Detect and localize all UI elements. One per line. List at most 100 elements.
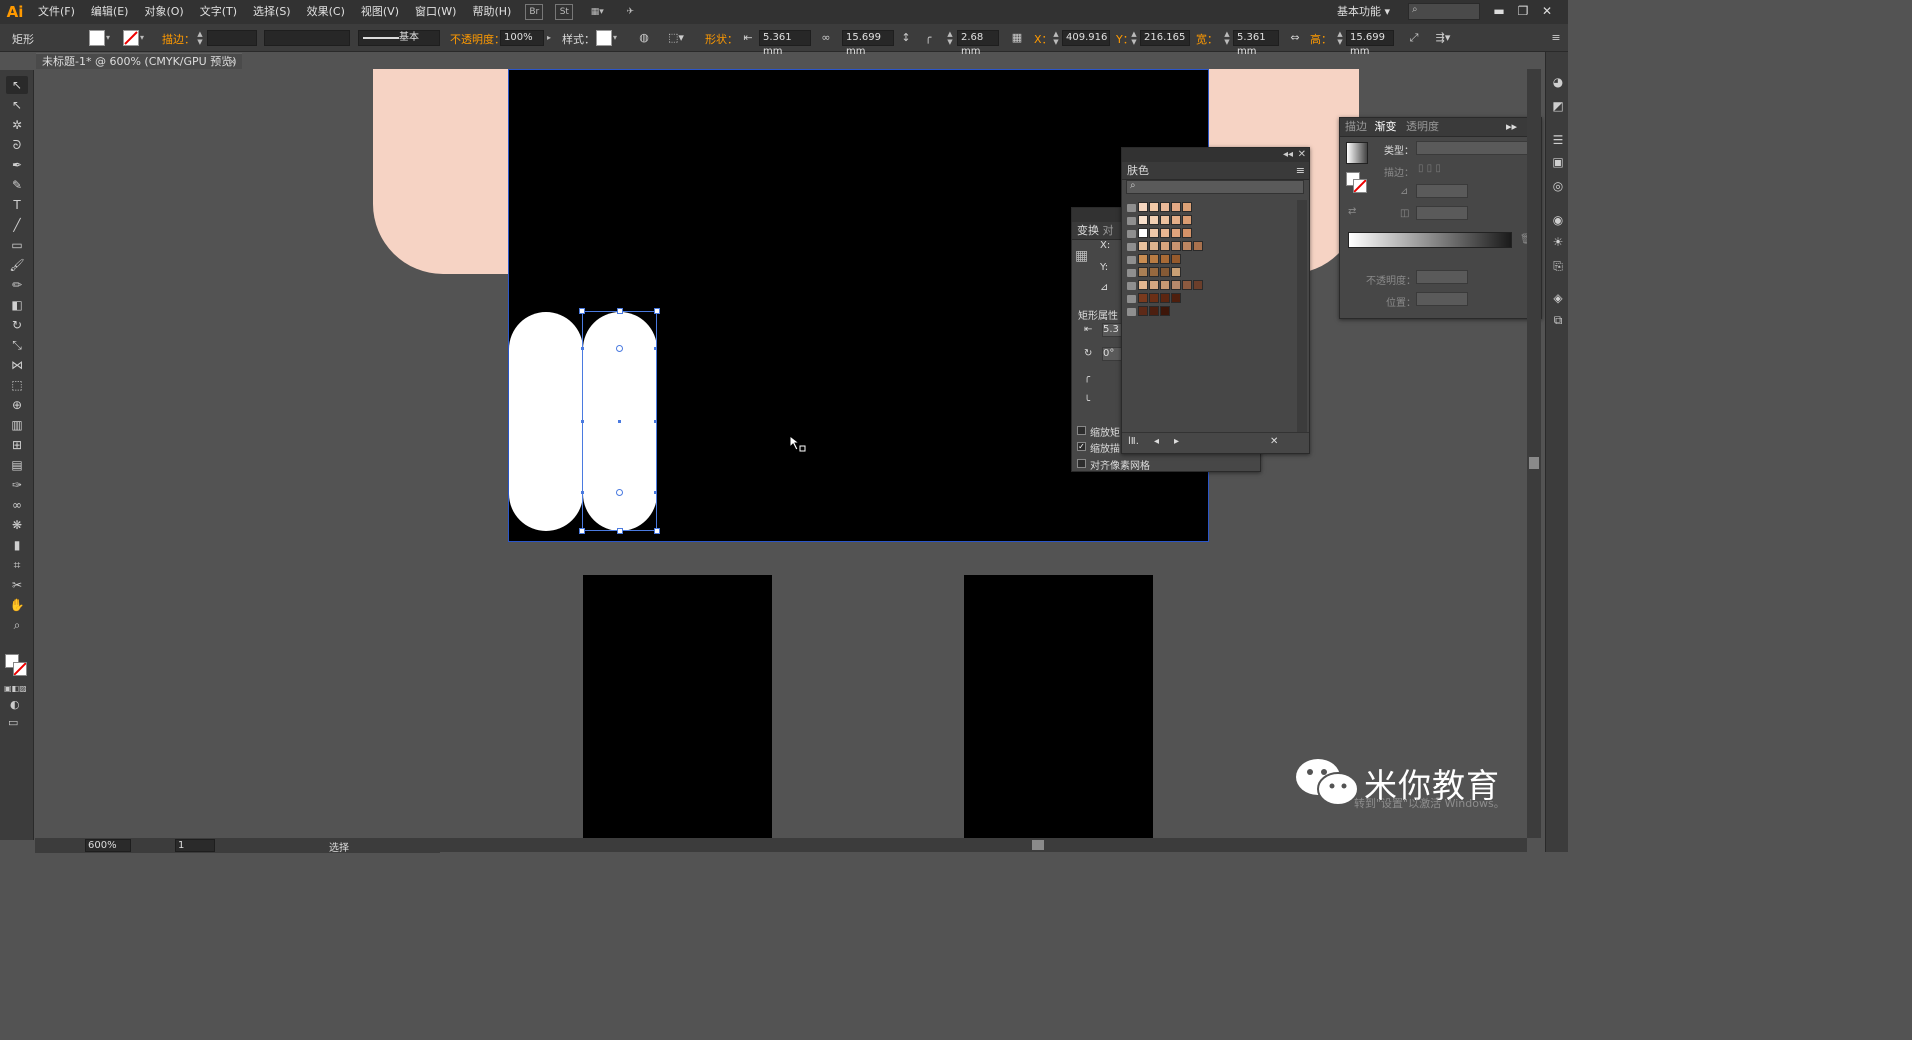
color-swatch[interactable] (1193, 241, 1203, 251)
width-tool[interactable]: ⋈ (6, 356, 28, 374)
color-swatch[interactable] (1149, 241, 1159, 251)
artboard-number-input[interactable]: 1 (175, 839, 215, 852)
color-swatch[interactable] (1149, 267, 1159, 277)
horizontal-scroll-thumb[interactable] (1032, 840, 1044, 850)
color-swatch[interactable] (1171, 228, 1181, 238)
color-swatch[interactable] (1138, 280, 1148, 290)
opacity-label[interactable]: 不透明度： (450, 31, 505, 47)
zoom-input[interactable]: 600% (85, 839, 131, 852)
selection-tool[interactable]: ↖ (6, 76, 28, 94)
gradient-slider[interactable] (1348, 232, 1512, 248)
live-corner-widget[interactable] (616, 489, 623, 496)
eraser-tool[interactable]: ◧ (6, 296, 28, 314)
color-mode-icons[interactable]: ▣◧▨ (4, 684, 28, 693)
transform-each-icon[interactable]: ⤢ (1406, 30, 1422, 46)
opacity-arrow-icon[interactable]: ▸ (547, 30, 557, 46)
gradient-opacity-input[interactable] (1416, 270, 1468, 284)
stroke-weight-stepper[interactable]: ▲ ▼ (196, 30, 204, 46)
minimize-button[interactable]: ▬ (1488, 2, 1510, 20)
shape-builder-tool[interactable]: ⊕ (6, 396, 28, 414)
delete-icon[interactable]: ✕ (1270, 436, 1278, 447)
symbol-sprayer-tool[interactable]: ❋ (6, 516, 28, 534)
color-swatch[interactable] (1160, 267, 1170, 277)
corner-radius-input[interactable]: 2.68 mm (957, 30, 999, 57)
type-tool[interactable]: T (6, 196, 28, 214)
resize-handle[interactable] (579, 308, 585, 314)
h-input[interactable]: 15.699 mm (1346, 30, 1394, 57)
y-input[interactable]: 216.165 (1140, 30, 1190, 46)
gradient-aspect-input[interactable] (1416, 206, 1468, 220)
color-swatch[interactable] (1171, 267, 1181, 277)
color-swatch[interactable] (1171, 254, 1181, 264)
color-swatch[interactable] (1149, 228, 1159, 238)
align-to-icon[interactable]: ⬚▾ (668, 30, 684, 46)
vertical-scrollbar[interactable] (1527, 69, 1541, 838)
restore-button[interactable]: ❐ (1512, 2, 1534, 20)
stroke-color-box[interactable] (13, 662, 27, 676)
bridge-icon[interactable]: Br (525, 4, 544, 20)
link-proportions-icon[interactable]: ∞ (818, 30, 834, 46)
horizontal-scrollbar[interactable] (440, 838, 1527, 852)
corner-type-icon[interactable]: ╰ (1084, 396, 1090, 407)
swatch-group-folder-icon[interactable] (1127, 282, 1136, 290)
gradient-thumbnail[interactable] (1346, 142, 1368, 164)
color-swatch[interactable] (1138, 241, 1148, 251)
artboards-icon[interactable]: ⧉ (1550, 312, 1566, 328)
line-tool[interactable]: ╱ (6, 216, 28, 234)
w-label[interactable]: 宽： (1196, 31, 1218, 47)
color-swatch[interactable] (1138, 215, 1148, 225)
curvature-tool[interactable]: ✎ (6, 176, 28, 194)
collapse-icon[interactable]: ◂◂ (1283, 148, 1293, 162)
menu-item[interactable]: 文字(T) (192, 0, 245, 24)
color-swatch[interactable] (1182, 228, 1192, 238)
expand-icon[interactable]: ▸▸ (1506, 118, 1517, 136)
perspective-grid-tool[interactable]: ▥ (6, 416, 28, 434)
blend-tool[interactable]: ∞ (6, 496, 28, 514)
mesh-tool[interactable]: ⊞ (6, 436, 28, 454)
tab-transparency[interactable]: 透明度 (1406, 120, 1439, 133)
color-swatch[interactable] (1171, 280, 1181, 290)
next-library-icon[interactable]: ▸ (1174, 436, 1179, 447)
stroke-weight-input[interactable] (207, 30, 257, 46)
color-swatch[interactable] (1182, 202, 1192, 212)
color-swatch[interactable] (1160, 228, 1170, 238)
color-swatch[interactable] (1149, 202, 1159, 212)
color-swatch[interactable] (1149, 280, 1159, 290)
stroke-color-box[interactable] (1353, 179, 1367, 193)
color-swatch[interactable] (1160, 293, 1170, 303)
left-ear-shape[interactable] (373, 69, 509, 274)
stock-icon[interactable]: St (555, 4, 574, 20)
appearance-icon[interactable]: ◉ (1550, 212, 1566, 228)
gradient-angle-input[interactable] (1416, 184, 1468, 198)
swatch-group-folder-icon[interactable] (1127, 243, 1136, 251)
align-pixel-grid-checkbox[interactable] (1077, 459, 1086, 468)
previous-library-icon[interactable]: ◂ (1154, 436, 1159, 447)
free-transform-tool[interactable]: ⬚ (6, 376, 28, 394)
workspace-switcher[interactable]: 基本功能 ▾ (1337, 3, 1390, 19)
fill-swatch[interactable] (89, 30, 105, 46)
color-swatch[interactable] (1138, 306, 1148, 316)
brushes-icon[interactable]: ▣ (1550, 154, 1566, 170)
x-label[interactable]: X： (1034, 31, 1053, 47)
eyedropper-tool[interactable]: ✑ (6, 476, 28, 494)
menu-item[interactable]: 编辑(E) (83, 0, 137, 24)
right-leg-shape[interactable] (964, 575, 1153, 838)
corner-radius-stepper[interactable]: ▲ ▼ (946, 30, 954, 46)
color-swatch[interactable] (1149, 306, 1159, 316)
menu-item[interactable]: 窗口(W) (407, 0, 464, 24)
swatch-search-input[interactable]: ⌕ (1126, 180, 1304, 194)
y-stepper[interactable]: ▲ ▼ (1130, 30, 1138, 46)
color-swatch[interactable] (1160, 202, 1170, 212)
tab-stroke[interactable]: 描边 (1345, 120, 1367, 133)
x-input[interactable]: 409.916 (1062, 30, 1110, 46)
swatch-group-folder-icon[interactable] (1127, 256, 1136, 264)
color-swatch[interactable] (1149, 254, 1159, 264)
tab-transform[interactable]: 变换 (1077, 224, 1099, 237)
gradient-location-input[interactable] (1416, 292, 1468, 306)
resize-handle[interactable] (654, 308, 660, 314)
arrange-documents-icon[interactable]: ▦▾ (585, 4, 609, 20)
pencil-tool[interactable]: ✏ (6, 276, 28, 294)
h-label[interactable]: 高： (1310, 31, 1332, 47)
skin-panel-header[interactable]: ◂◂ ✕ (1122, 148, 1309, 162)
swatch-group-folder-icon[interactable] (1127, 295, 1136, 303)
